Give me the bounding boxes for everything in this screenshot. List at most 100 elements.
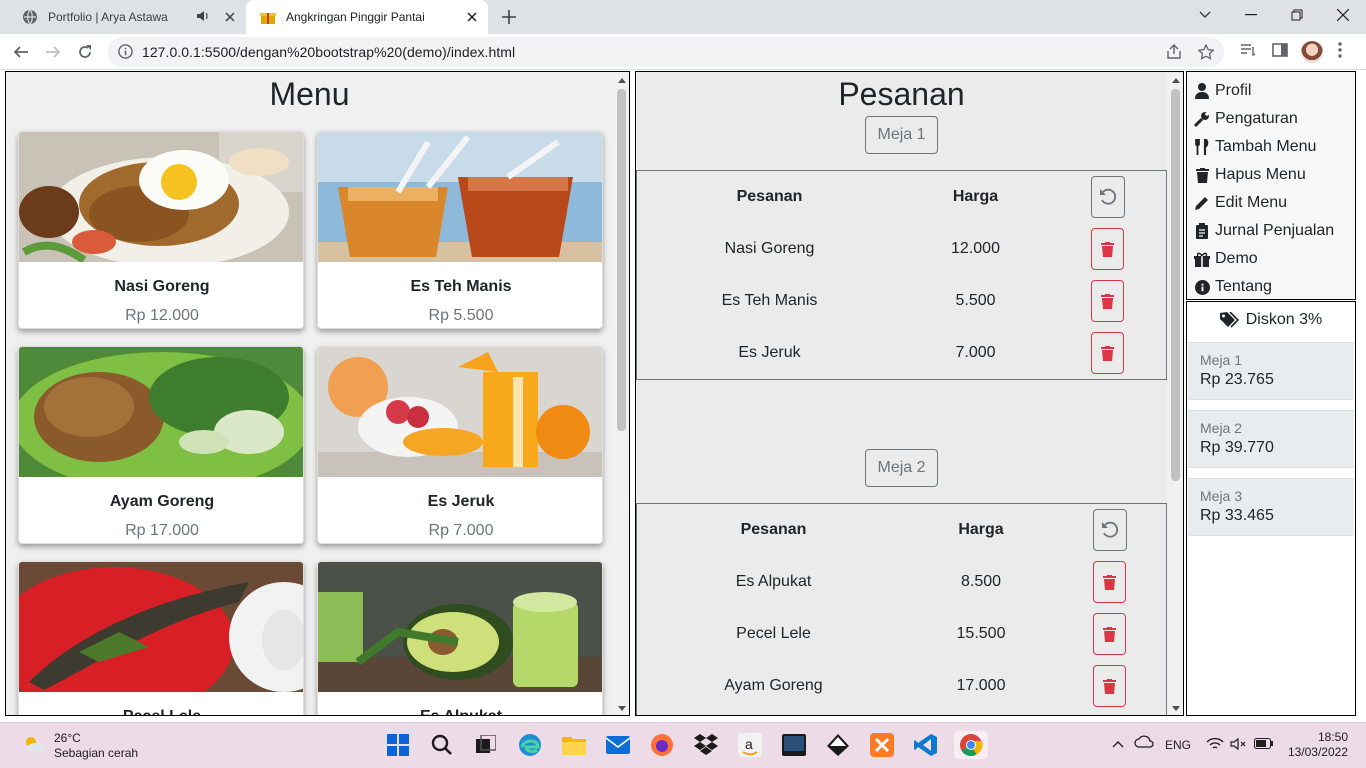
- sidebar-item-demo[interactable]: Demo: [1194, 245, 1258, 273]
- delete-item-button[interactable]: [1091, 332, 1124, 374]
- scrollbar-thumb[interactable]: [617, 89, 626, 431]
- xampp-icon[interactable]: [868, 731, 896, 759]
- tab-angkringan[interactable]: Angkringan Pinggir Pantai: [246, 0, 488, 34]
- sidebar-item-hapus-menu[interactable]: Hapus Menu: [1194, 161, 1306, 189]
- reading-list-icon[interactable]: [1240, 42, 1256, 63]
- wifi-icon[interactable]: [1206, 737, 1224, 754]
- search-icon[interactable]: [428, 731, 456, 759]
- total-value: Rp 39.770: [1200, 439, 1274, 456]
- restore-icon[interactable]: [1274, 0, 1320, 30]
- volume-muted-icon[interactable]: [1230, 737, 1248, 754]
- delete-item-button[interactable]: [1091, 280, 1124, 322]
- language-indicator[interactable]: ENG: [1165, 738, 1191, 752]
- meja-2-button[interactable]: Meja 2: [865, 449, 938, 487]
- menu-card-pecel-lele[interactable]: Pecel Lele: [18, 561, 304, 715]
- total-card-meja-3[interactable]: Meja 3 Rp 33.465: [1188, 478, 1354, 536]
- bookmark-star-icon[interactable]: [1197, 43, 1215, 65]
- mail-icon[interactable]: [604, 731, 632, 759]
- delete-item-button[interactable]: [1093, 613, 1126, 655]
- battery-icon[interactable]: [1254, 738, 1274, 752]
- weather-widget[interactable]: 26°C Sebagian cerah: [22, 731, 138, 761]
- table-row: Nasi Goreng 12.000: [637, 223, 1168, 275]
- order-price: 17.000: [956, 677, 1006, 694]
- sidebar-item-jurnal-penjualan[interactable]: Jurnal Penjualan: [1194, 217, 1334, 245]
- firefox-icon[interactable]: [648, 731, 676, 759]
- chrome-icon[interactable]: [954, 731, 988, 759]
- total-card-meja-2[interactable]: Meja 2 Rp 39.770: [1188, 410, 1354, 468]
- globe-icon: [22, 9, 38, 25]
- chevron-up-icon[interactable]: [1112, 737, 1124, 751]
- onedrive-cloud-icon[interactable]: [1134, 734, 1154, 751]
- info-icon: [1194, 279, 1210, 295]
- address-bar[interactable]: 127.0.0.1:5500/dengan%20bootstrap%20(dem…: [108, 37, 1224, 67]
- forward-arrow-icon[interactable]: [40, 40, 66, 64]
- menu-card-es-alpukat[interactable]: Es Alpukat: [317, 561, 603, 715]
- url-text[interactable]: 127.0.0.1:5500/dengan%20bootstrap%20(dem…: [142, 44, 515, 60]
- menu-item-name: Es Alpukat: [318, 708, 602, 715]
- close-tab-icon[interactable]: [220, 7, 240, 27]
- order-scrollbar[interactable]: [1167, 73, 1183, 715]
- total-value: Rp 23.765: [1200, 371, 1274, 388]
- task-view-icon[interactable]: [472, 731, 500, 759]
- delete-item-button[interactable]: [1093, 665, 1126, 707]
- menu-item-price: Rp 12.000: [125, 307, 199, 324]
- amazon-icon[interactable]: a: [736, 731, 764, 759]
- delete-item-button[interactable]: [1093, 561, 1126, 603]
- tab-search-icon[interactable]: [1182, 0, 1228, 30]
- pecel-lele-image: [19, 562, 303, 692]
- col-harga-header: Harga: [952, 188, 999, 205]
- new-tab-button[interactable]: [496, 5, 522, 29]
- menu-card-ayam-goreng[interactable]: Ayam Goreng Rp 17.000: [18, 346, 304, 544]
- mysql-workbench-icon[interactable]: [780, 731, 808, 759]
- order-price: 5.500: [955, 292, 996, 309]
- info-icon[interactable]: [118, 44, 133, 64]
- table-row: Es Jeruk 7.000: [637, 327, 1168, 379]
- scrollbar-thumb[interactable]: [1171, 89, 1180, 481]
- scroll-up-arrow-icon[interactable]: [613, 73, 629, 87]
- reload-icon[interactable]: [72, 40, 98, 64]
- discount-text: Diskon 3%: [1245, 311, 1323, 328]
- meja-1-button[interactable]: Meja 1: [865, 116, 938, 154]
- tab-strip: Portfolio | Arya Astawa Angkringan Pingg…: [0, 0, 1366, 34]
- minimize-icon[interactable]: [1228, 0, 1274, 30]
- table-header-row: Pesanan Harga: [637, 171, 1168, 223]
- order-title: Pesanan: [838, 76, 965, 112]
- close-tab-icon[interactable]: [462, 7, 482, 27]
- profile-avatar[interactable]: [1301, 41, 1323, 63]
- sidebar-item-profil[interactable]: Profil: [1194, 77, 1251, 105]
- partly-cloudy-icon: [22, 734, 46, 759]
- menu-card-es-jeruk[interactable]: Es Jeruk Rp 7.000: [317, 346, 603, 544]
- scroll-down-arrow-icon[interactable]: [1167, 701, 1183, 715]
- menu-panel: Menu Nasi Goreng Rp 12.000 Es Teh Manis …: [5, 71, 630, 716]
- kebab-menu-icon[interactable]: [1338, 42, 1342, 63]
- dropbox-icon[interactable]: [692, 731, 720, 759]
- taskbar-clock[interactable]: 18:50 13/03/2022: [1280, 730, 1348, 760]
- total-card-meja-1[interactable]: Meja 1 Rp 23.765: [1188, 342, 1354, 400]
- file-explorer-icon[interactable]: [560, 731, 588, 759]
- order-item: Es Jeruk: [738, 344, 801, 361]
- sidebar-item-edit-menu[interactable]: Edit Menu: [1194, 189, 1287, 217]
- share-icon[interactable]: [1166, 44, 1182, 65]
- trash-icon: [1103, 678, 1116, 694]
- inkscape-icon[interactable]: [824, 731, 852, 759]
- sidebar-item-tentang[interactable]: Tentang: [1194, 273, 1272, 301]
- sidebar-item-pengaturan[interactable]: Pengaturan: [1194, 105, 1298, 133]
- close-window-icon[interactable]: [1320, 0, 1366, 30]
- reset-order-button[interactable]: [1091, 176, 1125, 218]
- menu-scrollbar[interactable]: [613, 73, 629, 715]
- tab-portfolio[interactable]: Portfolio | Arya Astawa: [8, 0, 246, 34]
- edge-browser-icon[interactable]: [516, 731, 544, 759]
- scroll-down-arrow-icon[interactable]: [613, 701, 629, 715]
- scroll-up-arrow-icon[interactable]: [1167, 73, 1183, 87]
- windows-start-icon[interactable]: [384, 731, 412, 759]
- side-panel-icon[interactable]: [1272, 42, 1288, 63]
- menu-card-es-teh-manis[interactable]: Es Teh Manis Rp 5.500: [317, 131, 603, 329]
- sidebar-item-tambah-menu[interactable]: Tambah Menu: [1194, 133, 1316, 161]
- speaker-icon[interactable]: [196, 9, 212, 26]
- order-price: 15.500: [956, 625, 1006, 642]
- delete-item-button[interactable]: [1091, 228, 1124, 270]
- menu-card-nasi-goreng[interactable]: Nasi Goreng Rp 12.000: [18, 131, 304, 329]
- vscode-icon[interactable]: [912, 731, 940, 759]
- reset-order-button[interactable]: [1093, 509, 1127, 551]
- back-arrow-icon[interactable]: [8, 40, 34, 64]
